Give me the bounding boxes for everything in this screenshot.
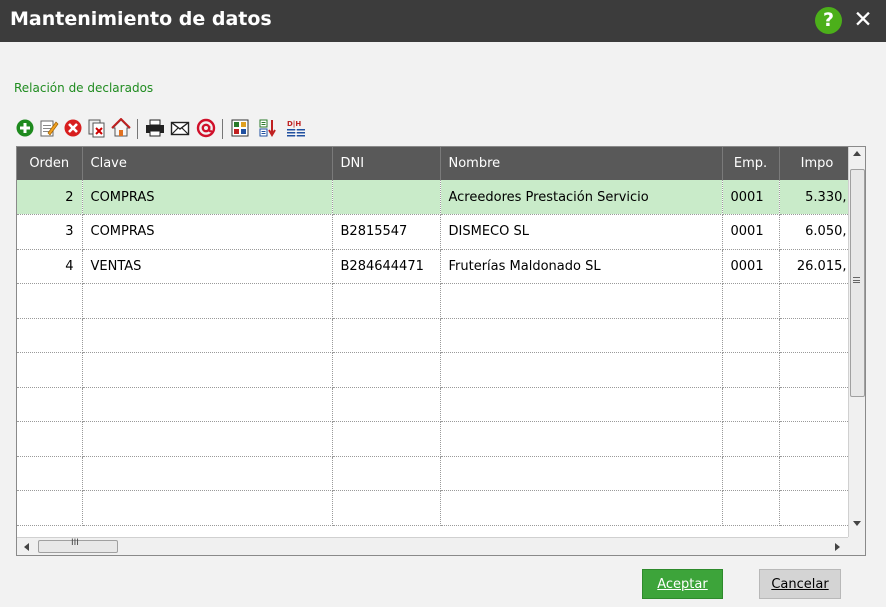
column-header-nombre[interactable]: Nombre [440, 147, 723, 180]
vertical-scrollbar[interactable] [848, 147, 865, 537]
copy-icon[interactable] [87, 118, 107, 138]
cell-dni: B2815547 [332, 214, 441, 250]
cell-orden: 3 [17, 214, 83, 250]
cell-orden: 4 [17, 249, 83, 284]
table-header-row: Orden Clave DNI Nombre Emp. Impo [17, 147, 848, 180]
table-row-selected[interactable]: 2 COMPRAS Acreedores Prestación Servicio… [17, 180, 848, 215]
cell-dni [332, 180, 441, 215]
sort-icon[interactable] [258, 118, 278, 138]
title-bar: Mantenimiento de datos ? ✕ [0, 0, 886, 42]
cell-importe: 26.015, [779, 249, 848, 284]
column-header-clave[interactable]: Clave [82, 147, 333, 180]
empty-row[interactable] [17, 387, 848, 422]
at-icon[interactable] [196, 118, 216, 138]
column-header-emp[interactable]: Emp. [722, 147, 780, 180]
table-row[interactable]: 4 VENTAS B284644471 Fruterías Maldonado … [17, 249, 848, 284]
empty-row[interactable] [17, 421, 848, 457]
empty-row[interactable] [17, 283, 848, 319]
add-icon[interactable] [15, 118, 35, 138]
declared-grid[interactable]: Orden Clave DNI Nombre Emp. Impo 2 COMPR… [16, 146, 866, 556]
grid-viewport: Orden Clave DNI Nombre Emp. Impo 2 COMPR… [17, 147, 848, 537]
cell-emp: 0001 [722, 214, 780, 250]
close-button[interactable]: ✕ [850, 5, 876, 35]
horizontal-scrollbar[interactable]: III [17, 537, 848, 555]
export-icon[interactable] [230, 118, 250, 138]
cell-clave: COMPRAS [82, 180, 333, 215]
mail-icon[interactable] [170, 118, 190, 138]
help-button[interactable]: ? [815, 7, 842, 34]
cell-importe: 6.050, [779, 214, 848, 250]
vertical-scroll-thumb[interactable] [850, 169, 865, 397]
scrollbar-corner [848, 537, 865, 555]
cell-orden: 2 [17, 180, 83, 215]
cell-dni: B284644471 [332, 249, 441, 284]
column-header-dni[interactable]: DNI [332, 147, 441, 180]
empty-row[interactable] [17, 456, 848, 491]
cell-nombre: DISMECO SL [440, 214, 723, 250]
home-icon[interactable] [111, 118, 131, 138]
declared-table: Orden Clave DNI Nombre Emp. Impo 2 COMPR… [17, 147, 848, 526]
horizontal-scroll-thumb[interactable]: III [38, 538, 118, 553]
cell-clave: COMPRAS [82, 214, 333, 250]
dialog-window: Mantenimiento de datos ? ✕ Relación de d… [0, 0, 886, 607]
cancel-button[interactable]: Cancelar [759, 569, 841, 599]
accept-button[interactable]: Aceptar [642, 569, 723, 599]
cell-importe: 5.330, [779, 180, 848, 215]
empty-row[interactable] [17, 352, 848, 388]
print-icon[interactable] [145, 118, 165, 138]
svg-text:D|H: D|H [287, 120, 301, 129]
grip-icon: III [71, 538, 79, 548]
cell-emp: 0001 [722, 180, 780, 215]
toolbar-separator [137, 119, 138, 139]
section-label: Relación de declarados [14, 81, 154, 95]
dialog-title: Mantenimiento de datos [10, 8, 272, 30]
empty-row[interactable] [17, 318, 848, 353]
cell-nombre: Fruterías Maldonado SL [440, 249, 723, 284]
grip-icon [853, 277, 860, 283]
cell-clave: VENTAS [82, 249, 333, 284]
scroll-right-icon[interactable] [835, 543, 840, 551]
scroll-left-icon[interactable] [24, 543, 29, 551]
column-header-importe[interactable]: Impo [779, 147, 848, 180]
cell-emp: 0001 [722, 249, 780, 284]
toolbar-separator [222, 119, 223, 139]
delete-icon[interactable] [63, 118, 83, 138]
columns-icon[interactable]: D|H [286, 118, 306, 138]
scroll-up-icon[interactable] [853, 151, 861, 156]
scroll-down-icon[interactable] [853, 521, 861, 526]
edit-icon[interactable] [39, 118, 59, 138]
cell-nombre: Acreedores Prestación Servicio [440, 180, 723, 215]
table-row[interactable]: 3 COMPRAS B2815547 DISMECO SL 0001 6.050… [17, 214, 848, 250]
empty-row[interactable] [17, 490, 848, 526]
column-header-orden[interactable]: Orden [17, 147, 83, 180]
